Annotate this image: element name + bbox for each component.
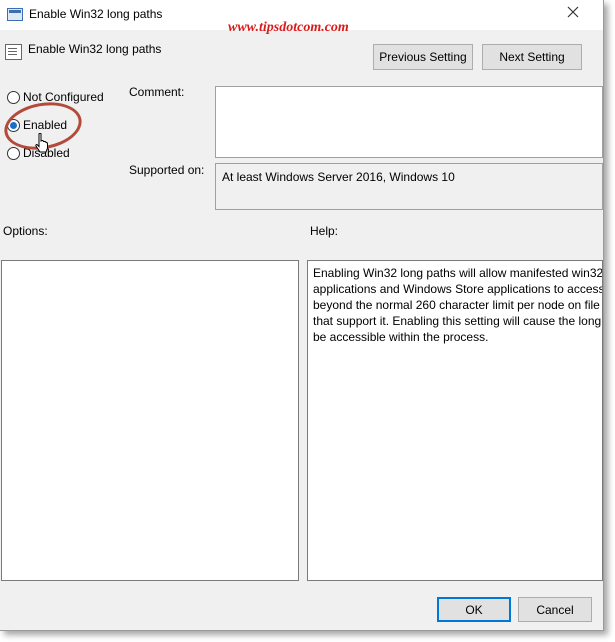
help-text-line: Enabling Win32 long paths will allow man… <box>313 266 603 280</box>
policy-dialog: Enable Win32 long paths www.tipsdotcom.c… <box>0 0 604 631</box>
close-icon[interactable] <box>566 3 580 24</box>
setting-title: Enable Win32 long paths <box>28 42 162 56</box>
title-bar: Enable Win32 long paths www.tipsdotcom.c… <box>0 0 603 35</box>
mouse-cursor-icon <box>34 132 48 156</box>
help-label: Help: <box>310 224 339 238</box>
next-setting-button[interactable]: Next Setting <box>482 44 582 70</box>
radio-disabled-indicator[interactable] <box>7 147 20 160</box>
help-text-line: beyond the normal 260 character limit pe… <box>313 298 600 312</box>
radio-not-configured-indicator[interactable] <box>7 91 20 104</box>
window-title: Enable Win32 long paths <box>29 7 163 21</box>
supported-on-box: At least Windows Server 2016, Windows 10 <box>215 163 603 210</box>
comment-textarea[interactable] <box>215 86 603 158</box>
help-text-line: applications and Windows Store applicati… <box>313 282 603 296</box>
watermark: www.tipsdotcom.com <box>228 20 349 35</box>
supported-on-label: Supported on: <box>129 163 205 177</box>
policy-window-icon <box>7 8 23 21</box>
help-text-line: that support it. Enabling this setting w… <box>313 314 602 328</box>
cancel-button[interactable]: Cancel <box>518 597 592 622</box>
previous-setting-button[interactable]: Previous Setting <box>373 44 473 70</box>
help-text-line: be accessible within the process. <box>313 330 489 344</box>
setting-icon <box>5 44 22 60</box>
ok-button[interactable]: OK <box>437 597 511 622</box>
comment-label: Comment: <box>129 85 185 99</box>
radio-not-configured-label: Not Configured <box>23 90 104 104</box>
options-panel[interactable] <box>1 260 299 581</box>
options-label: Options: <box>3 224 48 238</box>
help-panel[interactable]: Enabling Win32 long paths will allow man… <box>307 260 603 581</box>
supported-on-value: At least Windows Server 2016, Windows 10 <box>222 170 455 184</box>
